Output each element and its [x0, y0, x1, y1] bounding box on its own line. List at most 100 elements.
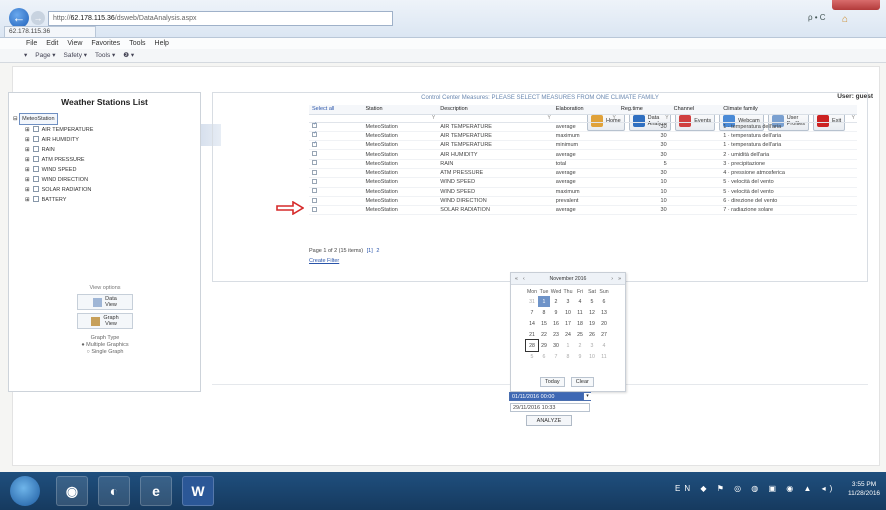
- calendar-day[interactable]: 10: [586, 351, 598, 362]
- clear-button[interactable]: Clear: [570, 377, 594, 387]
- create-filter-link[interactable]: Create Filter: [309, 258, 339, 264]
- page-2-link[interactable]: 2: [376, 248, 379, 254]
- row-checkbox[interactable]: [312, 123, 317, 129]
- table-row[interactable]: MeteoStation SOLAR RADIATION average 30 7 · …: [309, 205, 857, 216]
- calendar-day[interactable]: 18: [574, 318, 586, 329]
- row-checkbox[interactable]: [312, 197, 317, 203]
- calendar-day[interactable]: 8: [562, 351, 574, 362]
- table-row[interactable]: MeteoStation AIR HUMIDITY average 30 2 · umi…: [309, 149, 857, 160]
- calendar-day[interactable]: 24: [562, 329, 574, 340]
- calendar-day[interactable]: 25: [574, 329, 586, 340]
- calendar-day[interactable]: 27: [598, 329, 610, 340]
- calendar-day[interactable]: 21: [526, 329, 538, 340]
- column-header[interactable]: Reg.time: [617, 105, 671, 115]
- row-checkbox[interactable]: [312, 169, 317, 175]
- home-icon[interactable]: ⌂: [842, 14, 848, 25]
- start-button[interactable]: [10, 476, 40, 506]
- menu-tools[interactable]: Tools: [129, 40, 145, 47]
- menu-edit[interactable]: Edit: [46, 40, 58, 47]
- tree-checkbox[interactable]: [32, 186, 39, 192]
- calendar-day[interactable]: 22: [538, 329, 550, 340]
- calendar-day[interactable]: 10: [562, 307, 574, 318]
- column-header[interactable]: Select all: [309, 105, 363, 115]
- column-header[interactable]: Channel: [670, 105, 721, 115]
- tree-checkbox[interactable]: [32, 146, 39, 152]
- tree-checkbox[interactable]: [32, 166, 39, 172]
- table-row[interactable]: MeteoStation ATM PRESSURE average 30 4 · pre…: [309, 168, 857, 179]
- browser-tab[interactable]: 62.178.115.36: [4, 26, 96, 37]
- calendar-day[interactable]: 5: [586, 296, 598, 307]
- expand-icon[interactable]: ⊞: [25, 147, 30, 153]
- calendar-day[interactable]: 29: [538, 340, 550, 351]
- store-icon[interactable]: ◐: [98, 476, 130, 506]
- calendar-day[interactable]: 3: [562, 296, 574, 307]
- calendar-day[interactable]: 31: [526, 296, 538, 307]
- calendar-day[interactable]: 8: [538, 307, 550, 318]
- tree-item[interactable]: ⊞ SOLAR RADIATION: [13, 185, 93, 195]
- row-checkbox[interactable]: [312, 188, 317, 194]
- calendar-day[interactable]: 9: [574, 351, 586, 362]
- today-button[interactable]: Today: [540, 377, 565, 387]
- calendar-day[interactable]: 30: [550, 340, 562, 351]
- tree-item[interactable]: ⊞ AIR TEMPERATURE: [13, 125, 93, 135]
- data-view-button[interactable]: Data View: [77, 294, 133, 310]
- expand-icon[interactable]: ⊞: [25, 177, 30, 183]
- menu-favorites[interactable]: Favorites: [91, 40, 120, 47]
- next-month-icon[interactable]: ›: [611, 273, 613, 285]
- column-header[interactable]: Climate family: [720, 105, 857, 115]
- table-row[interactable]: MeteoStation RAIN total 5 3 · precipitazione: [309, 159, 857, 170]
- calendar-day[interactable]: 4: [574, 296, 586, 307]
- expand-icon[interactable]: ⊞: [25, 157, 30, 163]
- expand-icon[interactable]: ⊞: [25, 167, 30, 173]
- table-row[interactable]: MeteoStation WIND SPEED average 10 5 · veloc…: [309, 177, 857, 188]
- tree-item[interactable]: ⊞ WIND SPEED: [13, 165, 93, 175]
- tree-root-node[interactable]: MeteoStation: [19, 113, 58, 125]
- calendar-day[interactable]: 7: [550, 351, 562, 362]
- forward-arrow-icon[interactable]: →: [31, 11, 45, 25]
- radio-single-graph[interactable]: ○ Single Graph: [59, 349, 151, 356]
- tree-item[interactable]: ⊞ RAIN: [13, 145, 93, 155]
- calendar-day[interactable]: 14: [526, 318, 538, 329]
- calendar-day[interactable]: 6: [598, 296, 610, 307]
- calendar-day[interactable]: 28: [525, 339, 539, 352]
- tree-item[interactable]: ⊞ ATM PRESSURE: [13, 155, 93, 165]
- graph-view-button[interactable]: Graph View: [77, 313, 133, 329]
- calendar-day[interactable]: 6: [538, 351, 550, 362]
- calendar-day[interactable]: 1: [562, 340, 574, 351]
- calendar-day[interactable]: 4: [598, 340, 610, 351]
- tree-item[interactable]: ⊞ AIR HUMIDITY: [13, 135, 93, 145]
- tree-item[interactable]: ⊞ BATTERY: [13, 195, 93, 205]
- window-controls[interactable]: [832, 0, 880, 10]
- radio-multiple-graphics[interactable]: ● Multiple Graphics: [59, 342, 151, 349]
- tree-checkbox[interactable]: [32, 156, 39, 162]
- calendar-day[interactable]: 12: [586, 307, 598, 318]
- table-row[interactable]: MeteoStationAIR TEMPERATUREminimum30 1 · …: [309, 140, 857, 151]
- row-checkbox[interactable]: [312, 206, 317, 212]
- ie-icon[interactable]: e: [140, 476, 172, 506]
- menu-file[interactable]: File: [26, 40, 37, 47]
- column-header[interactable]: Description: [437, 105, 553, 115]
- tree-checkbox[interactable]: [32, 176, 39, 182]
- column-header[interactable]: Station: [362, 105, 438, 115]
- calendar-day[interactable]: 9: [550, 307, 562, 318]
- menu-view[interactable]: View: [67, 40, 82, 47]
- expand-icon[interactable]: ⊞: [25, 197, 30, 203]
- table-row[interactable]: MeteoStation WIND DIRECTION prevalent 10 6 ·…: [309, 196, 857, 207]
- calendar-day[interactable]: 7: [526, 307, 538, 318]
- date-to-input[interactable]: 29/11/2016 10:33: [510, 403, 590, 412]
- clock[interactable]: 3:55 PM 11/28/2016: [848, 480, 880, 498]
- calendar-day[interactable]: 1: [538, 296, 550, 307]
- chrome-icon[interactable]: ◉: [56, 476, 88, 506]
- calendar-day[interactable]: 15: [538, 318, 550, 329]
- expand-icon[interactable]: ⊞: [25, 127, 30, 133]
- address-bar[interactable]: http://62.178.115.36/dsweb/DataAnalysis.…: [48, 11, 393, 26]
- word-icon[interactable]: W: [182, 476, 214, 506]
- command-4[interactable]: ❷ ▾: [123, 52, 134, 59]
- date-from-input[interactable]: 01/11/2016 00:00: [509, 392, 591, 401]
- command-0[interactable]: ▾: [24, 52, 27, 59]
- menu-help[interactable]: Help: [155, 40, 169, 47]
- calendar-day[interactable]: 3: [586, 340, 598, 351]
- calendar-day[interactable]: 5: [526, 351, 538, 362]
- page-1-link[interactable]: [1]: [367, 248, 373, 254]
- next-year-icon[interactable]: »: [618, 273, 621, 285]
